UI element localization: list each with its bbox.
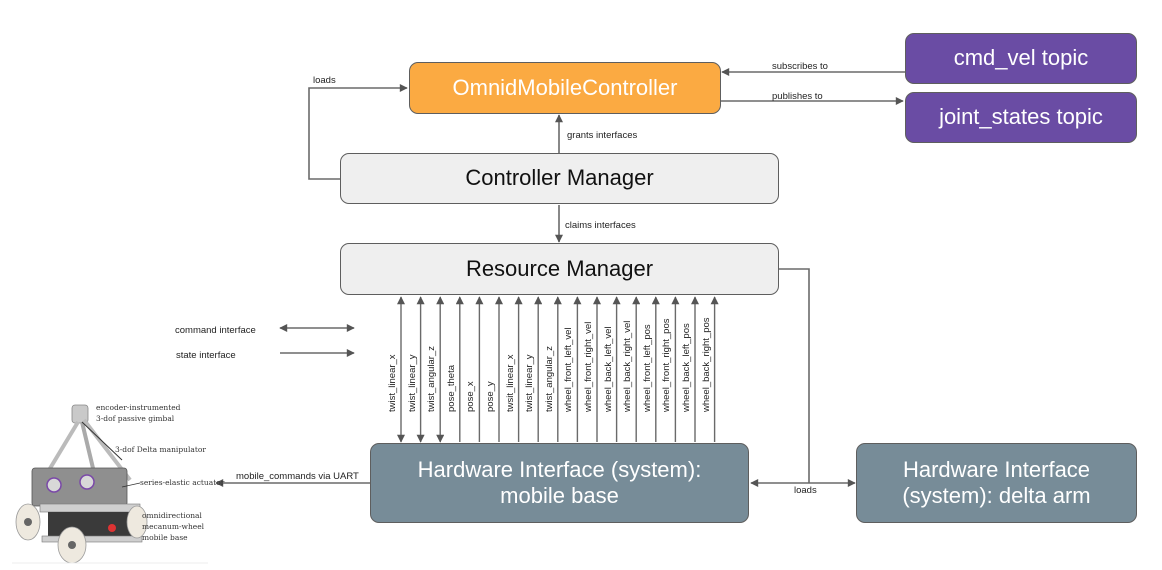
interface-label: wheel_back_left_pos <box>681 323 692 412</box>
edge-label-subscribes: subscribes to <box>772 61 828 72</box>
robot-caption-delta: 3-dof Delta manipulator <box>115 445 206 454</box>
edge-loads-hw-trunk <box>779 268 810 483</box>
interface-label: wheel_front_right_pos <box>661 318 673 412</box>
interface-label: wheel_front_left_vel <box>563 327 575 413</box>
robot-caption-base: omnidirectional mecanum-wheel mobile bas… <box>142 511 205 542</box>
interface-label: twsit_linear_x <box>504 354 516 412</box>
edge-label-loads-controller: loads <box>313 75 336 86</box>
interface-label: pose_x <box>465 381 477 412</box>
robot-photo: encoder-instrumented 3-dof passive gimba… <box>12 400 224 565</box>
interface-label: wheel_front_right_vel <box>583 321 594 412</box>
interface-label: wheel_back_right_vel <box>622 320 634 412</box>
interface-label: twist_linear_x <box>387 354 398 412</box>
interface-label: pose_y <box>485 381 496 412</box>
hw-delta-line1: Hardware Interface <box>902 456 1091 482</box>
robot-caption-gimbal: encoder-instrumented 3-dof passive gimba… <box>96 403 181 423</box>
edge-label-loads-hw: loads <box>794 485 817 496</box>
controller-manager-node[interactable]: Controller Manager <box>340 153 779 204</box>
omnid-mobile-controller-node[interactable]: OmnidMobileController <box>409 62 721 114</box>
interface-label: twist_angular_z <box>426 345 438 412</box>
controller-manager-label: Controller Manager <box>465 165 654 191</box>
interface-label: twist_linear_y <box>524 354 536 412</box>
interface-label: pose_theta <box>445 364 457 412</box>
joint-states-topic-label: joint_states topic <box>939 104 1103 130</box>
legend-command-label: command interface <box>175 325 256 336</box>
robot-caption-actuator: series-elastic actuator <box>140 478 225 487</box>
interface-label: wheel_back_left_vel <box>602 326 614 412</box>
hw-delta-line2: (system): delta arm <box>902 483 1091 508</box>
resource-manager-node[interactable]: Resource Manager <box>340 243 779 295</box>
cmd-vel-topic-label: cmd_vel topic <box>953 45 1089 71</box>
interface-label: twist_angular_z <box>543 345 555 412</box>
hardware-interface-delta-arm-node[interactable]: Hardware Interface (system): delta arm <box>856 443 1137 523</box>
edge-label-claims: claims interfaces <box>565 220 636 231</box>
edge-label-publishes: publishes to <box>772 91 823 102</box>
interface-label: wheel_front_left_pos <box>641 324 653 412</box>
interface-label: wheel_back_right_pos <box>700 317 712 412</box>
edge-label-uart: mobile_commands via UART <box>236 471 359 482</box>
hardware-interface-mobile-base-node[interactable]: Hardware Interface (system): mobile base <box>370 443 749 523</box>
edge-label-grants: grants interfaces <box>567 130 638 141</box>
interface-label: twist_linear_y <box>406 354 418 412</box>
resource-manager-label: Resource Manager <box>465 255 654 281</box>
hw-mobile-line2: mobile base <box>500 483 619 508</box>
hw-mobile-line1: Hardware Interface (system): <box>417 456 702 482</box>
joint-states-topic-node[interactable]: joint_states topic <box>905 92 1137 143</box>
cmd-vel-topic-node[interactable]: cmd_vel topic <box>905 33 1137 84</box>
omnid-mobile-controller-label: OmnidMobileController <box>452 74 678 100</box>
legend-state-label: state interface <box>176 350 236 361</box>
